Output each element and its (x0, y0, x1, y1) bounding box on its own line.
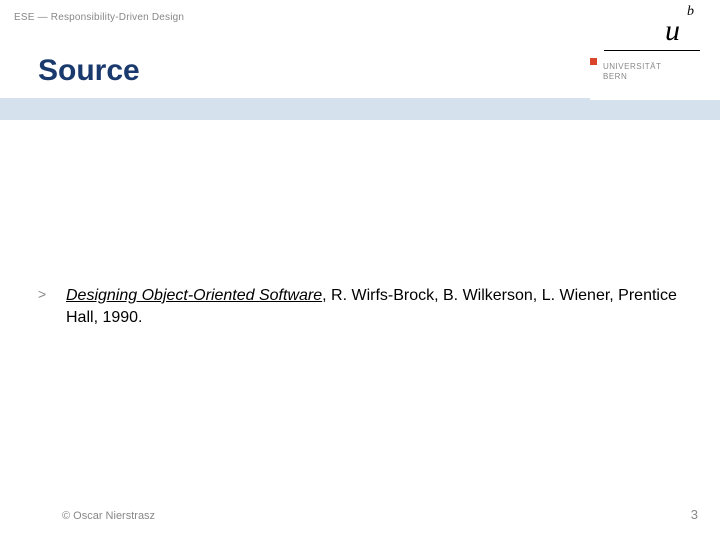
content-area: > Designing Object-Oriented Software, R.… (38, 285, 680, 328)
page-title: Source (38, 54, 140, 88)
logo-letter-u: u (665, 14, 680, 48)
header-course-line: ESE — Responsibility-Driven Design (14, 12, 184, 23)
logo-divider (604, 50, 700, 51)
bullet-item: > Designing Object-Oriented Software, R.… (38, 285, 680, 328)
university-logo: u b (590, 0, 720, 100)
logo-uni-line2: BERN (603, 72, 661, 82)
slide: ESE — Responsibility-Driven Design Sourc… (0, 0, 720, 540)
footer-copyright: © Oscar Nierstrasz (62, 510, 155, 522)
title-band (0, 98, 720, 120)
logo-letter-b: b (687, 4, 694, 20)
citation-text: Designing Object-Oriented Software, R. W… (66, 285, 680, 328)
logo-uni-line1: UNIVERSITÄT (603, 62, 661, 72)
footer-page-number: 3 (691, 507, 698, 522)
logo-university-text: UNIVERSITÄT BERN (603, 62, 661, 83)
book-title: Designing Object-Oriented Software (66, 287, 322, 304)
logo-dot-icon (590, 58, 597, 65)
bullet-marker-icon: > (38, 285, 48, 305)
